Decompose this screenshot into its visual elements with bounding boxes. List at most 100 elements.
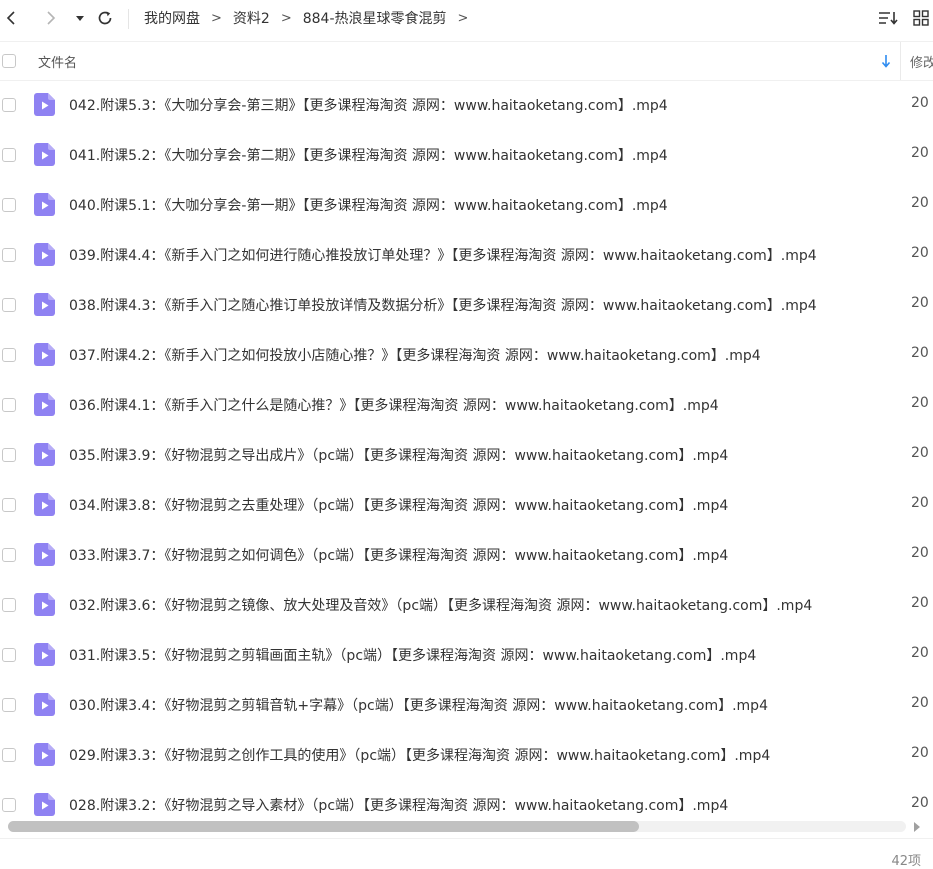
file-modified-date: 20: [911, 245, 929, 261]
file-modified-date: 20: [911, 195, 929, 211]
row-checkbox[interactable]: [2, 398, 16, 412]
file-name: 029.附课3.3：《好物混剪之创作工具的使用》（pc端）【更多课程海淘资 源网…: [69, 748, 771, 764]
breadcrumb-item-folder[interactable]: 资料2: [233, 8, 270, 28]
horizontal-scrollbar[interactable]: [0, 818, 933, 836]
video-file-icon: [34, 193, 55, 216]
item-count: 42项: [891, 854, 921, 869]
breadcrumb-separator: >: [280, 10, 292, 26]
back-button[interactable]: [0, 6, 24, 30]
row-checkbox[interactable]: [2, 448, 16, 462]
file-row[interactable]: 029.附课3.3：《好物混剪之创作工具的使用》（pc端）【更多课程海淘资 源网…: [0, 730, 933, 780]
breadcrumb: 我的网盘 > 资料2 > 884-热浪星球零食混剪 >: [144, 0, 479, 36]
breadcrumb-separator: >: [211, 10, 222, 26]
file-modified-date: 20: [911, 495, 929, 511]
row-checkbox[interactable]: [2, 748, 16, 762]
file-row[interactable]: 034.附课3.8：《好物混剪之去重处理》（pc端）【更多课程海淘资 源网：ww…: [0, 480, 933, 530]
file-row[interactable]: 030.附课3.4：《好物混剪之剪辑音轨+字幕》（pc端）【更多课程海淘资 源网…: [0, 680, 933, 730]
file-modified-date: 20: [911, 445, 929, 461]
row-checkbox[interactable]: [2, 798, 16, 812]
file-modified-date: 20: [911, 595, 929, 611]
row-checkbox[interactable]: [2, 598, 16, 612]
video-file-icon: [34, 443, 55, 466]
toolbar-divider: [128, 9, 129, 29]
file-name: 033.附课3.7：《好物混剪之如何调色》（pc端）【更多课程海淘资 源网：ww…: [69, 548, 729, 564]
file-row[interactable]: 040.附课5.1：《大咖分享会-第一期》【更多课程海淘资 源网：www.hai…: [0, 180, 933, 230]
file-row[interactable]: 032.附课3.6：《好物混剪之镜像、放大处理及音效》（pc端）【更多课程海淘资…: [0, 580, 933, 630]
file-modified-date: 20: [911, 95, 929, 111]
file-modified-date: 20: [911, 545, 929, 561]
history-dropdown-button[interactable]: [68, 6, 92, 30]
file-row[interactable]: 028.附课3.2：《好物混剪之导入素材》（pc端）【更多课程海淘资 源网：ww…: [0, 780, 933, 818]
footer-divider: [0, 838, 933, 839]
file-row[interactable]: 036.附课4.1：《新手入门之什么是随心推？》【更多课程海淘资 源网：www.…: [0, 380, 933, 430]
video-file-icon: [34, 393, 55, 416]
file-name: 034.附课3.8：《好物混剪之去重处理》（pc端）【更多课程海淘资 源网：ww…: [69, 498, 729, 514]
file-name: 030.附课3.4：《好物混剪之剪辑音轨+字幕》（pc端）【更多课程海淘资 源网…: [69, 698, 768, 714]
caret-right-icon: [914, 822, 920, 832]
video-file-icon: [34, 143, 55, 166]
file-row[interactable]: 033.附课3.7：《好物混剪之如何调色》（pc端）【更多课程海淘资 源网：ww…: [0, 530, 933, 580]
file-name: 036.附课4.1：《新手入门之什么是随心推？》【更多课程海淘资 源网：www.…: [69, 398, 719, 414]
video-file-icon: [34, 743, 55, 766]
scrollbar-thumb[interactable]: [8, 821, 639, 832]
forward-button[interactable]: [38, 6, 62, 30]
file-row[interactable]: 035.附课3.9：《好物混剪之导出成片》（pc端）【更多课程海淘资 源网：ww…: [0, 430, 933, 480]
breadcrumb-item-home[interactable]: 我的网盘: [144, 8, 200, 28]
file-row[interactable]: 042.附课5.3：《大咖分享会-第三期》【更多课程海淘资 源网：www.hai…: [0, 80, 933, 130]
video-file-icon: [34, 293, 55, 316]
row-checkbox[interactable]: [2, 698, 16, 712]
sort-button[interactable]: [876, 6, 900, 30]
sort-list-icon: [879, 12, 898, 25]
file-modified-date: 20: [911, 145, 929, 161]
file-row[interactable]: 038.附课4.3：《新手入门之随心推订单投放详情及数据分析》【更多课程海淘资 …: [0, 280, 933, 330]
refresh-icon: [98, 11, 112, 25]
breadcrumb-item-current[interactable]: 884-热浪星球零食混剪: [303, 8, 447, 28]
refresh-button[interactable]: [93, 6, 117, 30]
column-divider[interactable]: [900, 42, 901, 80]
view-toggle-button[interactable]: [909, 6, 933, 30]
file-name: 041.附课5.2：《大咖分享会-第二期》【更多课程海淘资 源网：www.hai…: [69, 148, 668, 164]
file-name: 035.附课3.9：《好物混剪之导出成片》（pc端）【更多课程海淘资 源网：ww…: [69, 448, 729, 464]
sort-direction-button[interactable]: [878, 52, 894, 70]
file-name: 028.附课3.2：《好物混剪之导入素材》（pc端）【更多课程海淘资 源网：ww…: [69, 798, 729, 814]
file-row[interactable]: 041.附课5.2：《大咖分享会-第二期》【更多课程海淘资 源网：www.hai…: [0, 130, 933, 180]
file-list-header: 文件名 修改: [0, 41, 933, 81]
file-row[interactable]: 039.附课4.4：《新手入门之如何进行随心推投放订单处理？》【更多课程海淘资 …: [0, 230, 933, 280]
video-file-icon: [34, 643, 55, 666]
file-modified-date: 20: [911, 295, 929, 311]
toolbar: 我的网盘 > 资料2 > 884-热浪星球零食混剪 >: [0, 0, 933, 38]
file-modified-date: 20: [911, 395, 929, 411]
grid-view-icon: [913, 10, 929, 26]
file-modified-date: 20: [911, 345, 929, 361]
file-row[interactable]: 031.附课3.5：《好物混剪之剪辑画面主轨》（pc端）【更多课程海淘资 源网：…: [0, 630, 933, 680]
row-checkbox[interactable]: [2, 648, 16, 662]
file-modified-date: 20: [911, 745, 929, 761]
sort-down-arrow-icon: [881, 55, 891, 68]
file-list: 042.附课5.3：《大咖分享会-第三期》【更多课程海淘资 源网：www.hai…: [0, 80, 933, 818]
breadcrumb-separator: >: [457, 10, 469, 26]
file-name: 032.附课3.6：《好物混剪之镜像、放大处理及音效》（pc端）【更多课程海淘资…: [69, 598, 813, 614]
row-checkbox[interactable]: [2, 548, 16, 562]
row-checkbox[interactable]: [2, 248, 16, 262]
row-checkbox[interactable]: [2, 348, 16, 362]
file-name: 038.附课4.3：《新手入门之随心推订单投放详情及数据分析》【更多课程海淘资 …: [69, 298, 817, 314]
caret-down-icon: [76, 16, 84, 21]
row-checkbox[interactable]: [2, 298, 16, 312]
row-checkbox[interactable]: [2, 148, 16, 162]
video-file-icon: [34, 243, 55, 266]
row-checkbox[interactable]: [2, 98, 16, 112]
video-file-icon: [34, 343, 55, 366]
scroll-right-button[interactable]: [912, 822, 922, 832]
file-modified-date: 20: [911, 645, 929, 661]
chevron-right-icon: [47, 11, 56, 25]
column-header-name[interactable]: 文件名: [38, 52, 77, 71]
video-file-icon: [34, 493, 55, 516]
row-checkbox[interactable]: [2, 498, 16, 512]
file-name: 037.附课4.2：《新手入门之如何投放小店随心推？》【更多课程海淘资 源网：w…: [69, 348, 761, 364]
column-header-modified[interactable]: 修改: [910, 52, 933, 71]
select-all-checkbox[interactable]: [2, 54, 16, 68]
file-row[interactable]: 037.附课4.2：《新手入门之如何投放小店随心推？》【更多课程海淘资 源网：w…: [0, 330, 933, 380]
file-name: 031.附课3.5：《好物混剪之剪辑画面主轨》（pc端）【更多课程海淘资 源网：…: [69, 648, 757, 664]
video-file-icon: [34, 693, 55, 716]
row-checkbox[interactable]: [2, 198, 16, 212]
